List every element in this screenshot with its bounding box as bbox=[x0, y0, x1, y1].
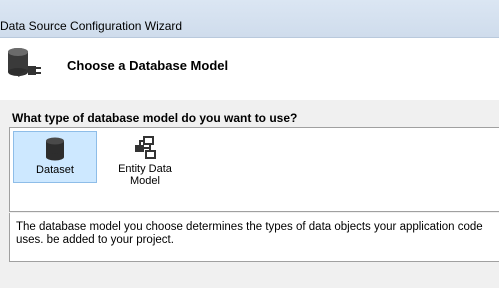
window-titlebar[interactable]: Data Source Configuration Wizard bbox=[0, 0, 499, 38]
database-icon bbox=[46, 137, 64, 161]
database-plug-icon bbox=[6, 46, 44, 80]
model-option-dataset[interactable]: Dataset bbox=[13, 131, 97, 183]
window-title: Data Source Configuration Wizard bbox=[0, 19, 183, 33]
model-option-entity-data-model[interactable]: Entity Data Model bbox=[103, 131, 187, 187]
entity-data-model-icon bbox=[135, 136, 156, 159]
wizard-header: Choose a Database Model bbox=[0, 38, 499, 100]
model-description: The database model you choose determines… bbox=[9, 213, 499, 262]
model-option-label: Dataset bbox=[36, 164, 74, 176]
model-question-label: What type of database model do you want … bbox=[12, 111, 298, 125]
database-model-list[interactable]: Dataset Entity Data Model bbox=[9, 127, 499, 212]
page-heading: Choose a Database Model bbox=[67, 58, 229, 73]
model-option-label: Entity Data Model bbox=[118, 163, 172, 187]
